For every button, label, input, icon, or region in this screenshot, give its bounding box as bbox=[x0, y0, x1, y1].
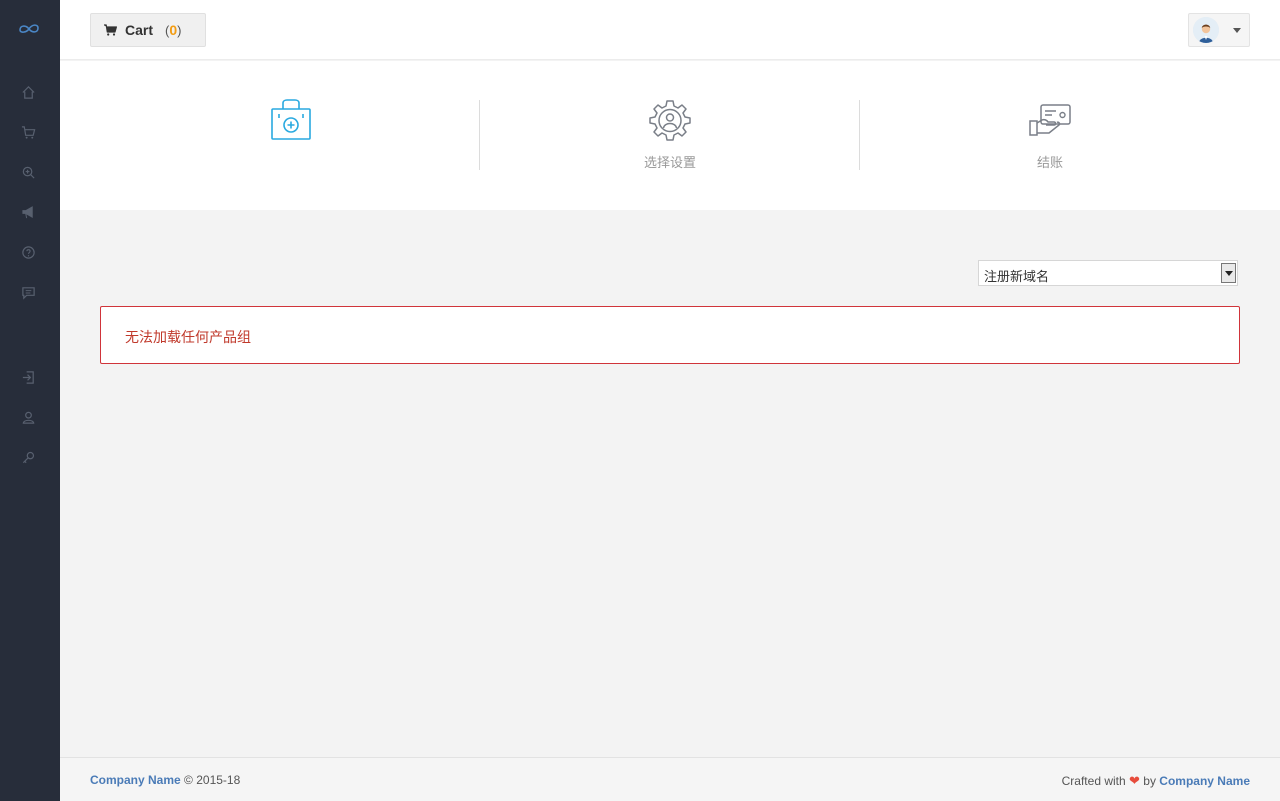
logo-icon[interactable] bbox=[18, 21, 40, 37]
footer-credits: Crafted with ❤ by Company Name bbox=[1062, 773, 1250, 789]
top-header: Cart ( 0 ) bbox=[60, 0, 1280, 60]
footer-copyright: Company Name © 2015-18 bbox=[90, 773, 240, 787]
chat-icon[interactable] bbox=[19, 283, 37, 301]
chevron-down-icon[interactable] bbox=[1221, 263, 1236, 283]
step-label: 结账 bbox=[1036, 155, 1063, 170]
cart-label: Cart bbox=[125, 22, 154, 38]
step-label: 选择设置 bbox=[643, 155, 696, 170]
login-icon[interactable] bbox=[19, 368, 37, 386]
cart-close-paren: ) bbox=[177, 22, 182, 38]
company-link[interactable]: Company Name bbox=[90, 773, 181, 787]
step-checkout[interactable]: 结账 bbox=[860, 61, 1240, 210]
order-steps: 选择设置 结账 bbox=[60, 61, 1280, 210]
search-icon[interactable] bbox=[19, 163, 37, 181]
copyright-text: © 2015-18 bbox=[184, 773, 241, 787]
sidebar bbox=[0, 0, 60, 801]
gear-user-icon bbox=[649, 100, 691, 141]
cart-button[interactable]: Cart ( 0 ) bbox=[90, 13, 206, 47]
cart-icon[interactable] bbox=[19, 123, 37, 141]
crafted-text: Crafted with bbox=[1061, 774, 1126, 788]
megaphone-icon[interactable] bbox=[19, 203, 37, 221]
error-message: 无法加载任何产品组 bbox=[125, 329, 251, 345]
step-select-product[interactable] bbox=[100, 61, 480, 210]
avatar bbox=[1193, 17, 1219, 43]
home-icon[interactable] bbox=[19, 83, 37, 101]
cart-icon bbox=[104, 24, 117, 36]
select-value: 注册新域名 bbox=[984, 269, 1050, 284]
cart-count: 0 bbox=[169, 22, 178, 38]
chevron-down-icon bbox=[1233, 27, 1241, 33]
footer: Company Name © 2015-18 Crafted with ❤ by… bbox=[60, 757, 1280, 801]
card-hand-icon bbox=[1029, 104, 1071, 136]
key-icon[interactable] bbox=[19, 448, 37, 466]
company-link[interactable]: Company Name bbox=[1159, 774, 1250, 788]
user-icon[interactable] bbox=[19, 408, 37, 426]
error-alert: 无法加载任何产品组 bbox=[100, 306, 1240, 364]
step-configure[interactable]: 选择设置 bbox=[480, 61, 860, 210]
product-group-select[interactable]: 注册新域名 bbox=[978, 260, 1238, 286]
user-menu-button[interactable] bbox=[1188, 13, 1250, 47]
heart-icon: ❤ bbox=[1129, 773, 1140, 788]
by-text: by bbox=[1143, 774, 1156, 788]
help-icon[interactable] bbox=[19, 243, 37, 261]
bag-plus-icon bbox=[271, 99, 311, 140]
